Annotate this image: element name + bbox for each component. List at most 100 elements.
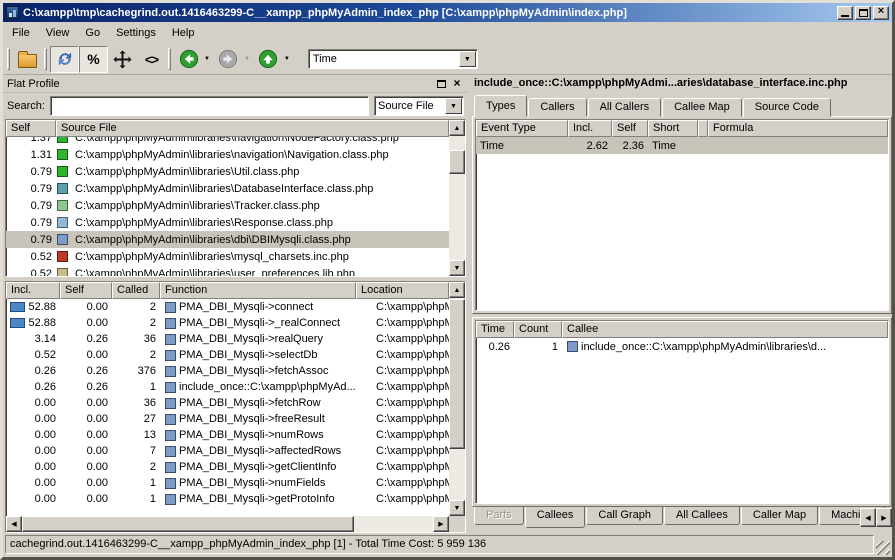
tab-all-callees[interactable]: All Callees [664, 507, 740, 525]
function-row[interactable]: 52.880.002PMA_DBI_Mysqli->_realConnectC:… [6, 315, 465, 331]
vertical-scrollbar[interactable]: ▲ ▼ [449, 120, 465, 276]
source-file-row[interactable]: 0.79C:\xampp\phpMyAdmin\libraries\Databa… [6, 180, 465, 197]
tab-source-code[interactable]: Source Code [743, 98, 831, 117]
forward-button[interactable] [214, 46, 243, 73]
dock-float-button[interactable] [434, 77, 448, 91]
column-header-self[interactable]: Self [612, 120, 648, 137]
function-row[interactable]: 0.000.007PMA_DBI_Mysqli->affectedRowsC:\… [6, 443, 465, 459]
minimize-button[interactable] [837, 6, 853, 20]
function-row[interactable]: 0.000.0013PMA_DBI_Mysqli->numRowsC:\xamp… [6, 427, 465, 443]
tab-scroll-left-button[interactable]: ◀ [860, 508, 876, 527]
file-color-icon [57, 166, 68, 177]
event-type-row[interactable]: Time2.622.36Time [476, 137, 888, 154]
source-file-row[interactable]: 0.79C:\xampp\phpMyAdmin\libraries\Respon… [6, 214, 465, 231]
function-icon [165, 414, 176, 425]
column-header-self[interactable]: Self [60, 282, 112, 299]
source-file-row[interactable]: 0.79C:\xampp\phpMyAdmin\libraries\dbi\DB… [6, 231, 465, 248]
tab-call-graph[interactable]: Call Graph [586, 507, 663, 525]
function-self-cost: 0.00 [60, 397, 112, 409]
function-row[interactable]: 0.000.002PMA_DBI_Mysqli->getClientInfoC:… [6, 459, 465, 475]
source-file-row[interactable]: 0.52C:\xampp\phpMyAdmin\libraries\user_p… [6, 265, 465, 277]
combobox-dropdown-button[interactable]: ▼ [459, 51, 476, 67]
up-dropdown-arrow[interactable]: ▼ [284, 56, 290, 62]
grouping-combobox[interactable]: Source File ▼ [374, 96, 464, 116]
function-row[interactable]: 0.260.26376PMA_DBI_Mysqli->fetchAssocC:\… [6, 363, 465, 379]
tab-callee-map[interactable]: Callee Map [662, 98, 742, 117]
toolbar-handle[interactable] [44, 48, 47, 70]
tab-parts[interactable]: Parts [474, 507, 524, 525]
scroll-up-button[interactable]: ▲ [449, 282, 465, 298]
function-row[interactable]: 52.880.002PMA_DBI_Mysqli->connectC:\xamp… [6, 299, 465, 315]
column-header-callee[interactable]: Callee [562, 321, 888, 338]
source-file-row[interactable]: 0.79C:\xampp\phpMyAdmin\libraries\Util.c… [6, 163, 465, 180]
menu-item-view[interactable]: View [38, 24, 78, 42]
search-input[interactable] [50, 96, 369, 116]
dock-close-button[interactable]: × [450, 77, 464, 91]
column-header-called[interactable]: Called [112, 282, 160, 299]
reload-button[interactable] [50, 46, 79, 73]
percentage-toggle-button[interactable]: % [79, 46, 108, 73]
column-header-function[interactable]: Function [160, 282, 356, 299]
scrollbar-thumb[interactable] [22, 516, 354, 532]
menu-item-go[interactable]: Go [77, 24, 108, 42]
function-called-count: 13 [112, 429, 160, 441]
toolbar-handle[interactable] [7, 48, 10, 70]
scroll-right-button[interactable]: ▶ [433, 516, 449, 532]
function-row[interactable]: 3.140.2636PMA_DBI_Mysqli->realQueryC:\xa… [6, 331, 465, 347]
tab-all-callers[interactable]: All Callers [588, 98, 662, 117]
tab-caller-map[interactable]: Caller Map [741, 507, 818, 525]
source-file-row[interactable]: 0.79C:\xampp\phpMyAdmin\libraries\Tracke… [6, 197, 465, 214]
function-icon [165, 366, 176, 377]
menu-item-help[interactable]: Help [164, 24, 203, 42]
back-dropdown-arrow[interactable]: ▼ [204, 56, 210, 62]
scrollbar-thumb[interactable] [449, 299, 465, 449]
function-row[interactable]: 0.520.002PMA_DBI_Mysqli->selectDbC:\xamp… [6, 347, 465, 363]
scrollbar-thumb[interactable] [449, 150, 465, 174]
expand-areas-button[interactable] [108, 46, 137, 73]
cycle-detection-button[interactable]: <> [137, 46, 166, 73]
resize-grip[interactable] [876, 541, 890, 555]
scroll-down-button[interactable]: ▼ [449, 500, 465, 516]
column-header-event-type[interactable]: Event Type [476, 120, 568, 137]
column-header-formula[interactable]: Formula [708, 120, 888, 137]
scroll-left-button[interactable]: ◀ [6, 516, 22, 532]
column-header-short[interactable]: Short [648, 120, 698, 137]
up-group: ▼ [254, 46, 290, 73]
column-header-incl[interactable]: Incl. [6, 282, 60, 299]
function-row[interactable]: 0.000.001PMA_DBI_Mysqli->numFieldsC:\xam… [6, 475, 465, 491]
maximize-button[interactable] [855, 6, 871, 20]
scroll-down-button[interactable]: ▼ [449, 260, 465, 276]
tab-callers[interactable]: Callers [528, 98, 586, 117]
back-button[interactable] [174, 46, 203, 73]
column-header-incl[interactable]: Incl. [568, 120, 612, 137]
event-type-combobox[interactable]: Time ▼ [308, 49, 478, 69]
tab-types[interactable]: Types [474, 95, 527, 117]
function-row[interactable]: 0.260.261include_once::C:\xampp\phpMyAd.… [6, 379, 465, 395]
callee-row[interactable]: 0.261include_once::C:\xampp\phpMyAdmin\l… [476, 338, 888, 355]
tab-callees[interactable]: Callees [525, 507, 586, 528]
column-header-count[interactable]: Count [514, 321, 562, 338]
menu-item-settings[interactable]: Settings [108, 24, 164, 42]
function-row[interactable]: 0.000.001PMA_DBI_Mysqli->getProtoInfoC:\… [6, 491, 465, 507]
forward-dropdown-arrow[interactable]: ▼ [244, 56, 250, 62]
toolbar-handle[interactable] [168, 48, 171, 70]
source-file-row[interactable]: 1.31C:\xampp\phpMyAdmin\libraries\naviga… [6, 146, 465, 163]
combobox-dropdown-button[interactable]: ▼ [445, 98, 462, 114]
close-button[interactable]: × [873, 6, 889, 20]
open-file-button[interactable] [13, 46, 42, 73]
horizontal-scrollbar[interactable]: ◀ ▶ [6, 516, 449, 532]
function-name: PMA_DBI_Mysqli->numFields [179, 477, 325, 489]
tab-scroll-right-button[interactable]: ▶ [876, 508, 892, 527]
function-row[interactable]: 0.000.0027PMA_DBI_Mysqli->freeResultC:\x… [6, 411, 465, 427]
up-button[interactable] [254, 46, 283, 73]
column-header-time[interactable]: Time [476, 321, 514, 338]
function-row[interactable]: 0.000.0036PMA_DBI_Mysqli->fetchRowC:\xam… [6, 395, 465, 411]
function-name: PMA_DBI_Mysqli->selectDb [179, 349, 317, 361]
column-header-source-file[interactable]: Source File [56, 120, 449, 137]
menu-item-file[interactable]: File [4, 24, 38, 42]
column-header-self[interactable]: Self [6, 120, 56, 137]
vertical-scrollbar[interactable]: ▲ ▼ [449, 282, 465, 516]
source-file-row[interactable]: 0.52C:\xampp\phpMyAdmin\libraries\mysql_… [6, 248, 465, 265]
scroll-up-button[interactable]: ▲ [449, 120, 465, 136]
column-header-location[interactable]: Location [356, 282, 449, 299]
